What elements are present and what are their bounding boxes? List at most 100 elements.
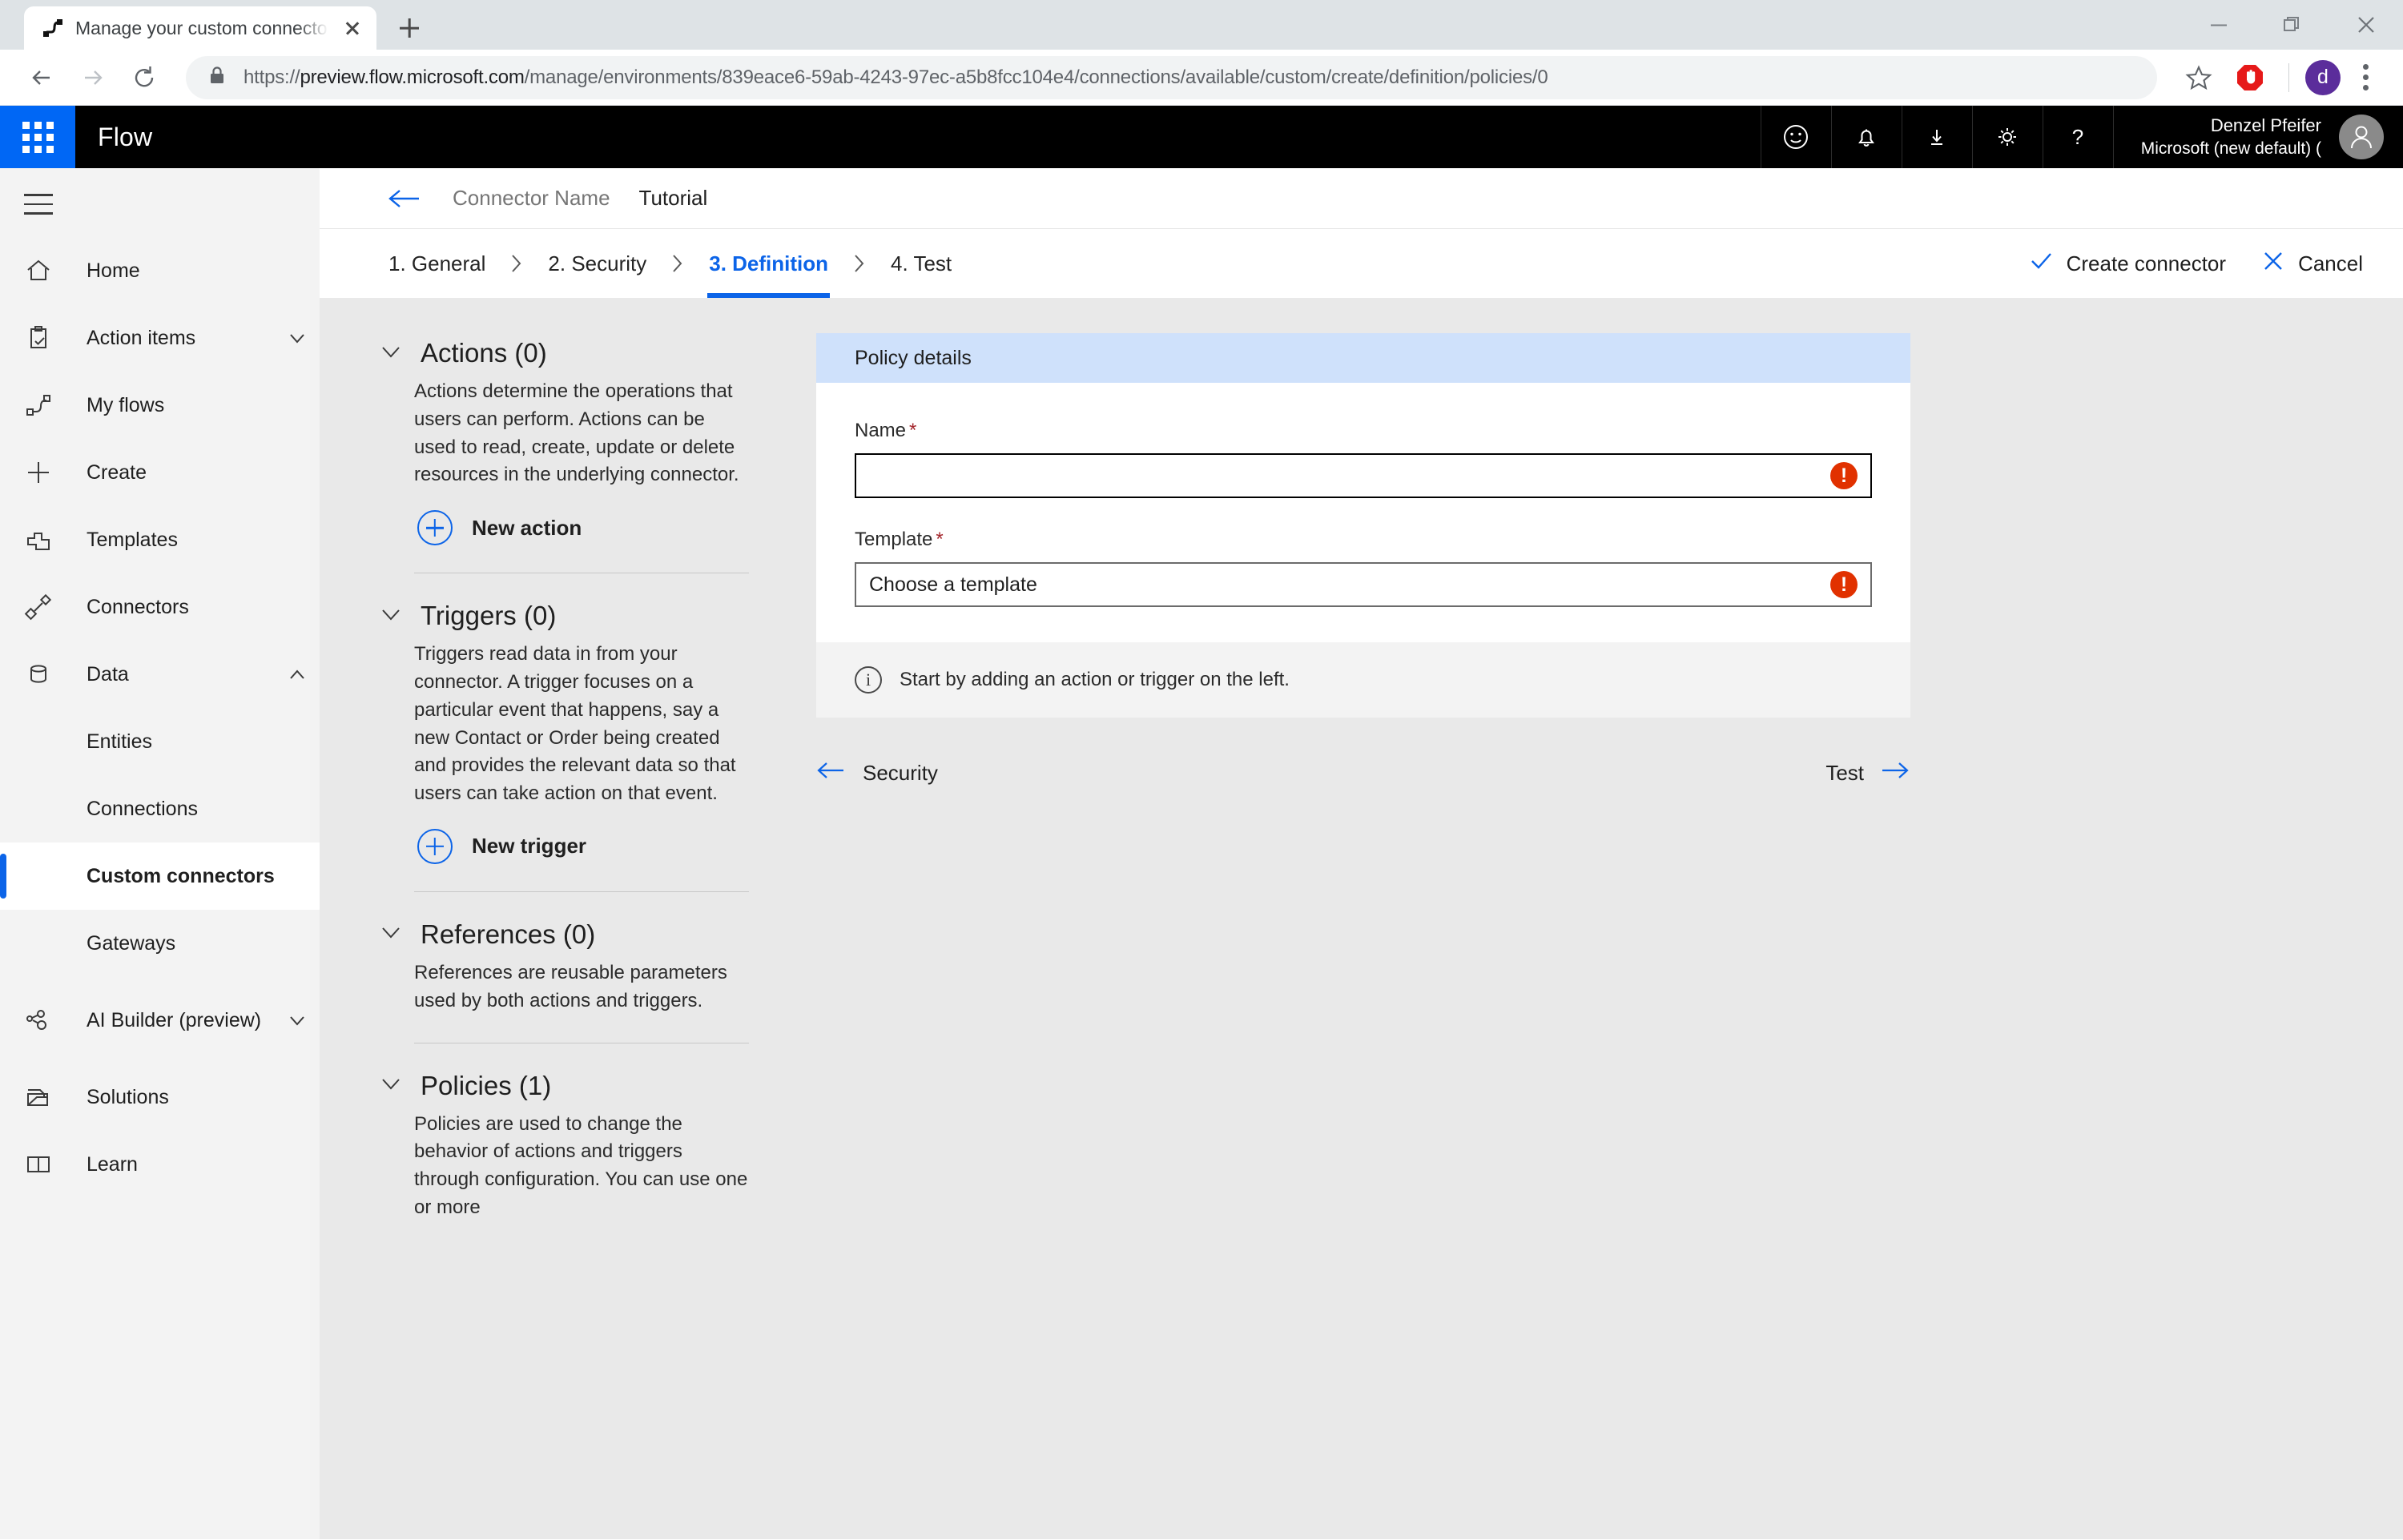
app-title[interactable]: Flow (98, 123, 152, 152)
sidebar-item-ai-builder[interactable]: AI Builder (preview) (0, 977, 320, 1064)
clipboard-check-icon (24, 324, 87, 352)
section-title: References (0) (421, 919, 596, 949)
sidebar: Home Action items My flows Create Templa… (0, 168, 320, 1539)
close-window-icon[interactable] (2329, 0, 2403, 50)
sidebar-item-label: Templates (87, 528, 178, 551)
chevron-down-icon[interactable] (379, 602, 403, 630)
wizard-step-test[interactable]: 4. Test (889, 229, 953, 298)
template-field-label: Template * (855, 529, 1872, 551)
settings-gear-icon[interactable] (1971, 106, 2043, 168)
chevron-down-icon[interactable] (275, 1009, 320, 1031)
avatar[interactable] (2339, 115, 2384, 159)
sidebar-item-label: Connectors (87, 595, 189, 618)
sidebar-item-solutions[interactable]: Solutions (0, 1064, 320, 1131)
browser-menu-icon[interactable] (2347, 64, 2384, 90)
chevron-down-icon[interactable] (275, 327, 320, 349)
next-step-link[interactable]: Test (1825, 759, 1910, 787)
name-label-text: Name (855, 420, 907, 441)
app-launcher-waffle-icon[interactable] (0, 106, 75, 168)
wizard-step-security[interactable]: 2. Security (546, 229, 648, 298)
sidebar-item-create[interactable]: Create (0, 439, 320, 506)
adblock-extension-icon[interactable] (2228, 55, 2272, 100)
new-tab-button[interactable] (391, 10, 428, 46)
flow-favicon-icon (42, 17, 64, 39)
feedback-smiley-icon[interactable] (1760, 106, 1831, 168)
sidebar-item-custom-connectors[interactable]: Custom connectors (0, 842, 320, 910)
restore-window-icon[interactable] (2256, 0, 2329, 50)
prev-step-label: Security (863, 761, 938, 785)
download-icon[interactable] (1901, 106, 1972, 168)
chevron-down-icon[interactable] (379, 920, 403, 948)
section-title: Triggers (0) (421, 601, 557, 631)
sidebar-item-gateways[interactable]: Gateways (0, 910, 320, 977)
new-trigger-button[interactable]: New trigger (379, 828, 749, 864)
name-input[interactable] (855, 453, 1872, 498)
policy-details-note-text: Start by adding an action or trigger on … (900, 669, 1290, 690)
breadcrumb-current[interactable]: Tutorial (639, 186, 708, 211)
wizard-step-general[interactable]: 1. General (387, 229, 487, 298)
section-triggers: Triggers (0) Triggers read data in from … (379, 601, 749, 864)
new-action-button[interactable]: New action (379, 510, 749, 546)
sidebar-item-home[interactable]: Home (0, 237, 320, 304)
sidebar-item-templates[interactable]: Templates (0, 506, 320, 573)
reload-button-icon[interactable] (122, 55, 167, 100)
user-account-menu[interactable]: Denzel Pfeifer Microsoft (new default) ( (2112, 106, 2403, 168)
sidebar-item-label: My flows (87, 393, 165, 416)
address-bar-url: https://preview.flow.microsoft.com/manag… (244, 66, 1548, 89)
prev-step-link[interactable]: Security (816, 759, 938, 787)
minimize-window-icon[interactable] (2182, 0, 2256, 50)
database-icon (24, 660, 87, 689)
window-controls (2182, 0, 2403, 50)
app-header-icons: ? (1760, 106, 2113, 168)
step-chevron-icon (670, 253, 685, 274)
close-tab-icon[interactable] (340, 15, 365, 41)
sidebar-item-learn[interactable]: Learn (0, 1131, 320, 1198)
sidebar-toggle-hamburger-icon[interactable] (0, 171, 320, 237)
sidebar-item-entities[interactable]: Entities (0, 708, 320, 775)
sidebar-item-label: Solutions (87, 1085, 169, 1108)
wizard-step-definition[interactable]: 3. Definition (707, 229, 830, 298)
address-bar[interactable]: https://preview.flow.microsoft.com/manag… (186, 55, 2157, 99)
back-button-icon[interactable] (19, 55, 64, 100)
sidebar-item-label: AI Builder (preview) (87, 1008, 262, 1031)
sidebar-item-label: Create (87, 460, 147, 484)
sidebar-item-my-flows[interactable]: My flows (0, 372, 320, 439)
template-select[interactable] (855, 562, 1872, 607)
sidebar-item-label: Connections (87, 797, 198, 820)
url-path: /manage/environments/839eace6-59ab-4243-… (524, 66, 1548, 88)
chevron-down-icon[interactable] (379, 340, 403, 368)
chevron-down-icon[interactable] (379, 1072, 403, 1100)
sidebar-item-label: Home (87, 259, 140, 282)
book-icon (24, 1150, 87, 1179)
sidebar-item-connections[interactable]: Connections (0, 775, 320, 842)
user-org: Microsoft (new default) ( (2140, 139, 2321, 158)
browser-tab[interactable]: Manage your custom connectors (24, 6, 376, 50)
url-scheme: https:// (244, 66, 300, 88)
forward-button-icon[interactable] (70, 55, 115, 100)
sidebar-item-action-items[interactable]: Action items (0, 304, 320, 372)
chevron-up-icon[interactable] (275, 663, 320, 686)
cancel-button[interactable]: Cancel (2261, 249, 2363, 279)
checkmark-icon (2028, 248, 2054, 279)
browser-profile-avatar[interactable]: d (2305, 59, 2341, 95)
flow-icon (24, 391, 87, 420)
section-references: References (0) References are reusable p… (379, 919, 749, 1015)
back-arrow-icon[interactable] (387, 185, 424, 212)
create-connector-button[interactable]: Create connector (2028, 248, 2226, 279)
url-host: preview.flow.microsoft.com (300, 66, 525, 88)
notifications-bell-icon[interactable] (1830, 106, 1902, 168)
breadcrumb-connector-name[interactable]: Connector Name (453, 186, 610, 211)
sidebar-item-connectors[interactable]: Connectors (0, 573, 320, 641)
help-icon[interactable]: ? (2042, 106, 2113, 168)
bookmark-star-icon[interactable] (2176, 55, 2221, 100)
template-label-text: Template (855, 529, 933, 550)
new-trigger-label: New trigger (472, 834, 587, 858)
sidebar-item-data[interactable]: Data (0, 641, 320, 708)
toolbar-divider (2288, 62, 2289, 92)
browser-tab-strip: Manage your custom connectors (0, 0, 2403, 50)
required-asterisk: * (936, 529, 944, 550)
name-field-label: Name * (855, 420, 1872, 442)
definition-left-pane: Actions (0) Actions determine the operat… (320, 298, 816, 1539)
section-title: Actions (0) (421, 338, 547, 368)
browser-tab-title: Manage your custom connectors (75, 17, 328, 38)
